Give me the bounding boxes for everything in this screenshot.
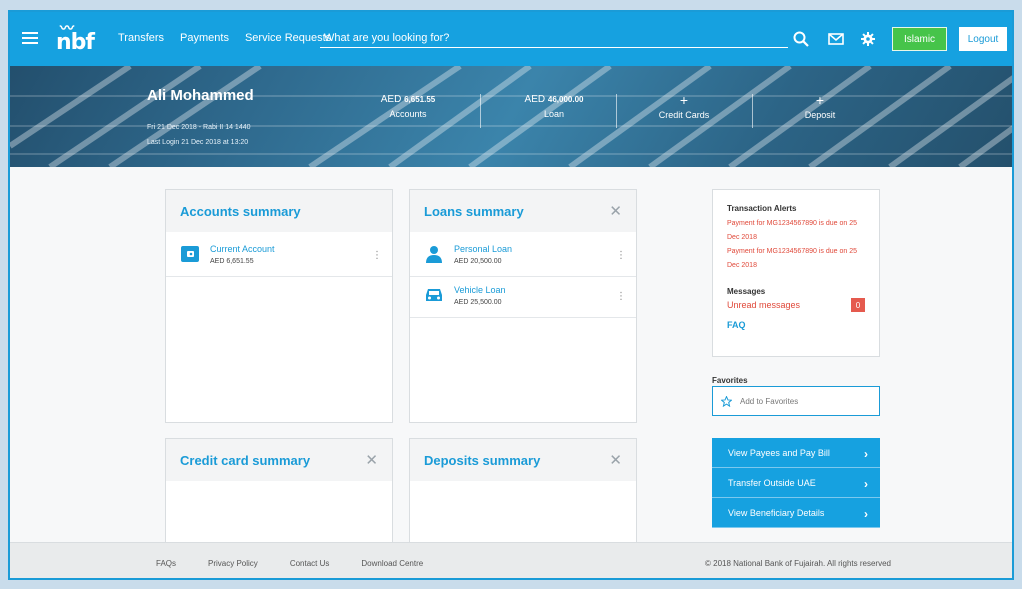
menu-icon[interactable] — [22, 32, 38, 44]
loan-row[interactable]: Vehicle Loan AED 25,500.00 ⋮ — [410, 277, 636, 317]
card-title: Accounts summary — [180, 203, 301, 219]
hero-divider — [616, 94, 617, 128]
faq-link[interactable]: FAQ — [727, 320, 865, 330]
stat-label: Loan — [543, 109, 565, 119]
close-icon[interactable]: ✕ — [365, 451, 378, 469]
stat-label: Deposit — [804, 110, 836, 120]
last-login: Last Login 21 Dec 2018 at 13:20 — [147, 139, 249, 146]
add-to-favorites-button[interactable]: Add to Favorites — [712, 386, 880, 416]
search-input[interactable] — [320, 29, 788, 47]
transaction-alert[interactable]: Payment for MG1234567890 is due on 25 De… — [727, 245, 865, 273]
loan-name[interactable]: Personal Loan — [454, 244, 512, 254]
card-title: Deposits summary — [424, 452, 541, 468]
footer-links: FAQs Privacy Policy Contact Us Download … — [156, 559, 423, 568]
loans-summary-card: Loans summary ✕ Personal Loan AED 20,500… — [409, 189, 637, 423]
chevron-right-icon: › — [864, 477, 868, 491]
card-header: Loans summary ✕ — [410, 190, 636, 232]
card-header: Accounts summary — [166, 190, 392, 232]
wallet-icon — [181, 246, 199, 262]
app-frame: 〰 nbf Transfers Payments Service Request… — [8, 10, 1014, 580]
loan-amount: AED 20,500.00 — [454, 258, 502, 265]
row-divider — [166, 276, 392, 277]
loan-name[interactable]: Vehicle Loan — [454, 285, 506, 295]
favorites-label: Favorites — [712, 376, 748, 385]
quick-link-view-payees[interactable]: View Payees and Pay Bill › — [712, 438, 880, 468]
unread-messages-link[interactable]: Unread messages 0 — [727, 298, 865, 312]
account-amount: AED 6,651.55 — [210, 258, 254, 265]
plus-icon: + — [815, 92, 825, 108]
nav-payments[interactable]: Payments — [180, 32, 229, 44]
search-bar — [320, 28, 788, 48]
quick-link-view-beneficiary[interactable]: View Beneficiary Details › — [712, 498, 880, 528]
stat-currency: AED — [380, 94, 402, 105]
mail-icon[interactable] — [825, 28, 847, 50]
footer: FAQs Privacy Policy Contact Us Download … — [10, 542, 1012, 578]
messages-title: Messages — [727, 287, 766, 296]
unread-count-badge: 0 — [851, 298, 865, 312]
car-icon — [426, 289, 442, 301]
top-navigation-bar: 〰 nbf Transfers Payments Service Request… — [10, 12, 1012, 66]
user-name: Ali Mohammed — [147, 87, 254, 104]
account-row[interactable]: Current Account AED 6,651.55 ⋮ — [166, 236, 392, 276]
more-options-icon[interactable]: ⋮ — [372, 250, 382, 261]
logout-button[interactable]: Logout — [959, 27, 1007, 51]
accounts-summary-card: Accounts summary Current Account AED 6,6… — [165, 189, 393, 423]
card-title: Loans summary — [424, 203, 524, 219]
main-nav: Transfers Payments Service Requests — [118, 32, 331, 44]
hero-stat-accounts[interactable]: AED 6,651.55 Accounts — [348, 94, 468, 119]
close-icon[interactable]: ✕ — [609, 451, 622, 469]
quick-link-transfer-outside-uae[interactable]: Transfer Outside UAE › — [712, 468, 880, 498]
chevron-right-icon: › — [864, 447, 868, 461]
hero-stat-loan[interactable]: AED 46,000.00 Loan — [494, 94, 614, 119]
copyright-text: © 2018 National Bank of Fujairah. All ri… — [705, 559, 891, 568]
footer-link-privacy-policy[interactable]: Privacy Policy — [208, 559, 258, 568]
card-header: Credit card summary ✕ — [166, 439, 392, 481]
unread-messages-label: Unread messages — [727, 300, 801, 310]
logo-text: nbf — [56, 30, 95, 55]
card-header: Deposits summary ✕ — [410, 439, 636, 481]
deposits-summary-card: Deposits summary ✕ — [409, 438, 637, 548]
transaction-alert[interactable]: Payment for MG1234567890 is due on 25 De… — [727, 217, 865, 245]
stat-label: Credit Cards — [658, 110, 710, 120]
loan-amount: AED 25,500.00 — [454, 299, 502, 306]
quick-links: View Payees and Pay Bill › Transfer Outs… — [712, 438, 880, 528]
nav-service-requests[interactable]: Service Requests — [245, 32, 331, 44]
hero-add-credit-cards[interactable]: + Credit Cards — [624, 92, 744, 120]
quick-link-label: View Beneficiary Details — [728, 507, 825, 518]
row-divider — [410, 317, 636, 318]
card-title: Credit card summary — [180, 452, 311, 468]
quick-link-label: Transfer Outside UAE — [728, 477, 816, 488]
islamic-button[interactable]: Islamic — [892, 27, 947, 51]
hero-add-deposit[interactable]: + Deposit — [760, 92, 880, 120]
footer-link-contact-us[interactable]: Contact Us — [290, 559, 330, 568]
nav-transfers[interactable]: Transfers — [118, 32, 164, 44]
footer-link-download-centre[interactable]: Download Centre — [361, 559, 423, 568]
stat-amount: 6,651.55 — [404, 95, 436, 104]
hero-divider — [752, 94, 753, 128]
loan-row[interactable]: Personal Loan AED 20,500.00 ⋮ — [410, 236, 636, 276]
hero-banner: Ali Mohammed Fri 21 Dec 2018 - Rabi II 1… — [10, 66, 1012, 167]
hero-divider — [480, 94, 481, 128]
stat-amount: 46,000.00 — [547, 95, 584, 104]
alerts-panel: Transaction Alerts Payment for MG1234567… — [712, 189, 880, 357]
credit-card-summary-card: Credit card summary ✕ — [165, 438, 393, 548]
add-to-favorites-label: Add to Favorites — [740, 396, 799, 406]
close-icon[interactable]: ✕ — [609, 202, 622, 220]
date-line: Fri 21 Dec 2018 - Rabi II 14 1440 — [147, 124, 251, 131]
transaction-alerts-title: Transaction Alerts — [727, 204, 797, 213]
account-name[interactable]: Current Account — [210, 244, 275, 254]
star-icon — [721, 395, 732, 407]
search-icon[interactable] — [790, 28, 812, 50]
more-options-icon[interactable]: ⋮ — [616, 250, 626, 261]
chevron-right-icon: › — [864, 507, 868, 521]
stat-currency: AED — [524, 94, 546, 105]
footer-link-faqs[interactable]: FAQs — [156, 559, 176, 568]
plus-icon: + — [679, 92, 689, 108]
stat-label: Accounts — [389, 109, 427, 119]
more-options-icon[interactable]: ⋮ — [616, 291, 626, 302]
quick-link-label: View Payees and Pay Bill — [728, 447, 830, 458]
gear-icon[interactable] — [857, 28, 879, 50]
person-icon — [426, 246, 442, 263]
